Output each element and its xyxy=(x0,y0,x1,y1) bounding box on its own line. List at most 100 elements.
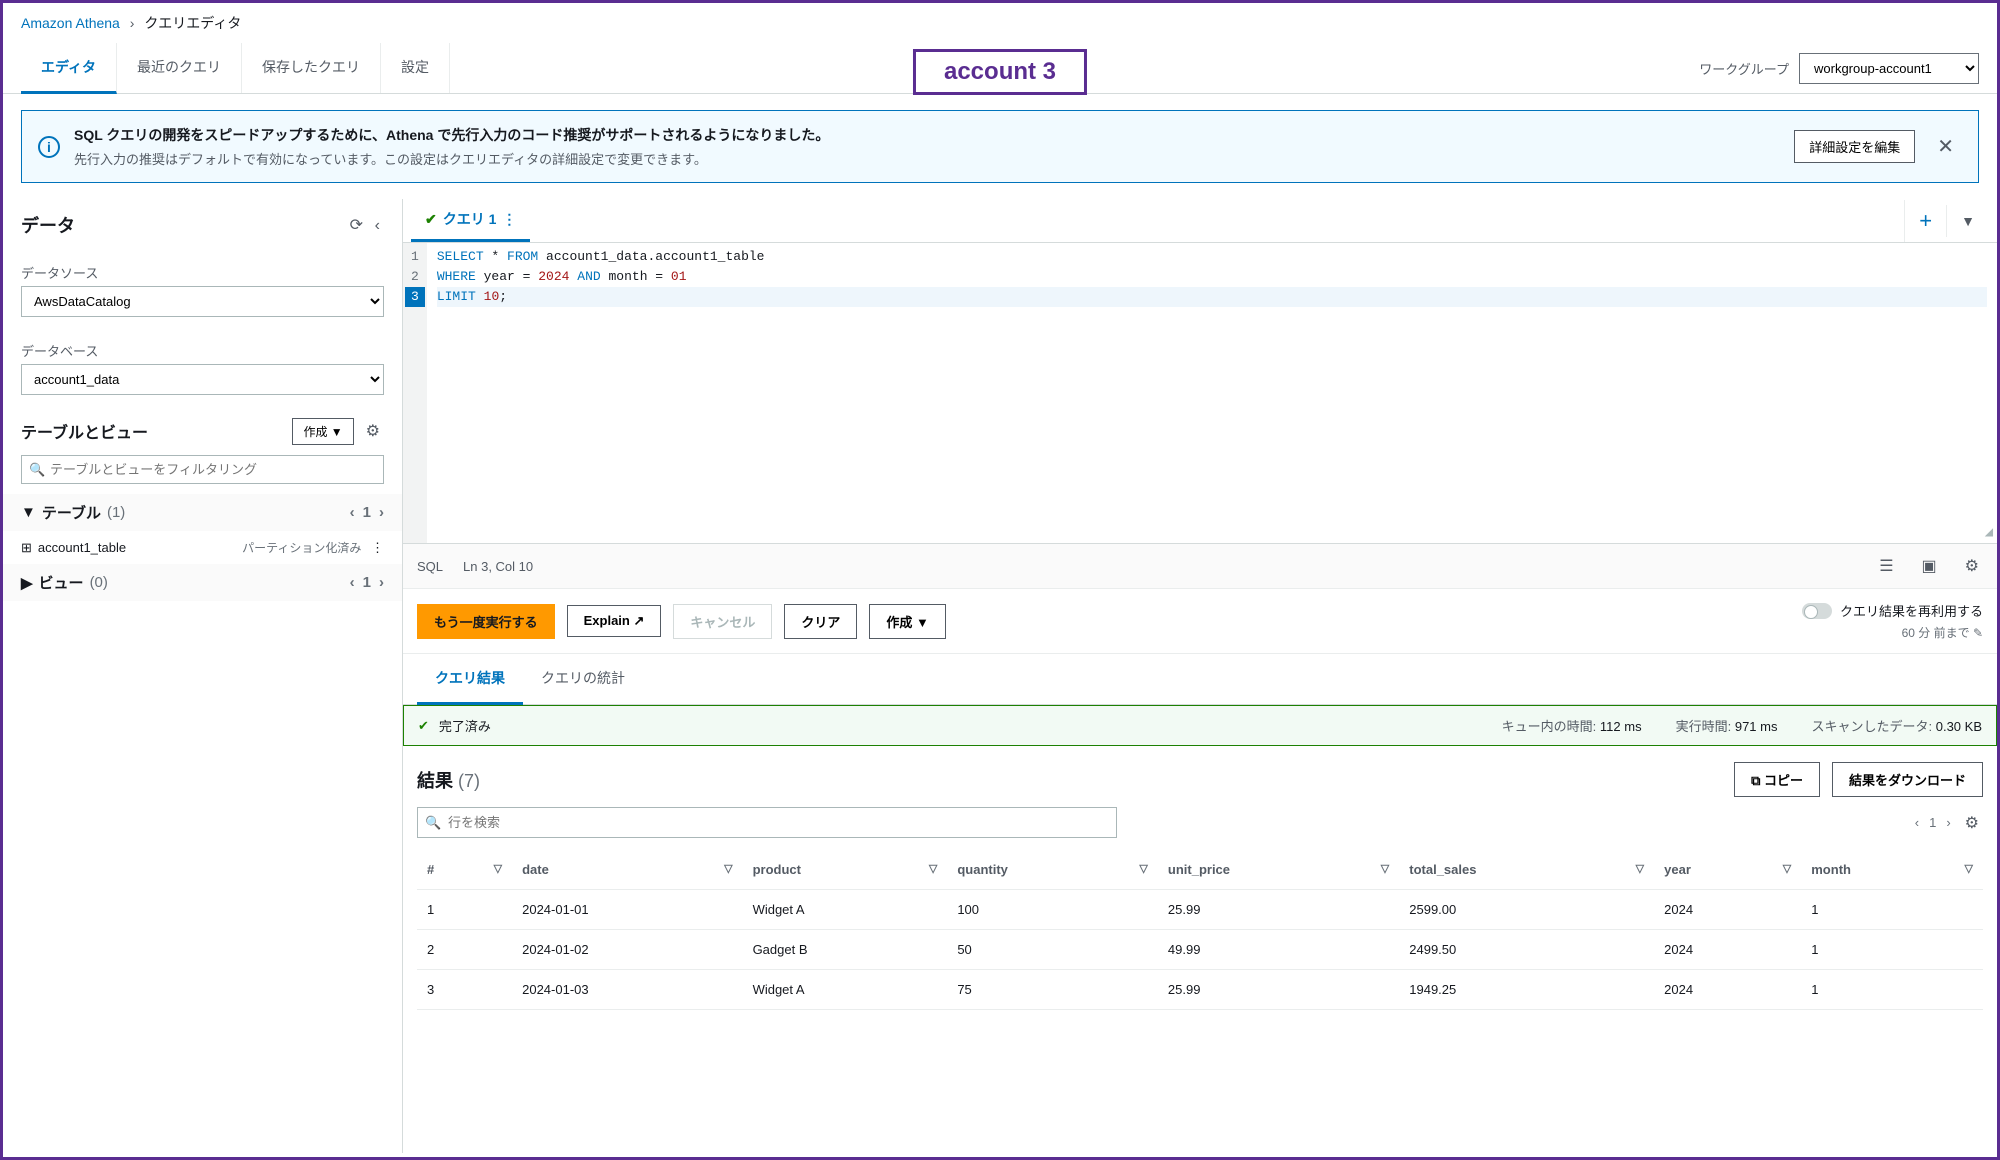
column-header[interactable]: unit_price▽ xyxy=(1158,850,1399,890)
tables-next-icon[interactable]: › xyxy=(379,504,384,521)
workgroup-select[interactable]: workgroup-account1 xyxy=(1799,53,1979,84)
explain-button[interactable]: Explain ↗ xyxy=(567,605,662,637)
download-button[interactable]: 結果をダウンロード xyxy=(1832,762,1983,797)
table-cell: 1 xyxy=(417,890,512,930)
table-cell: 2 xyxy=(417,930,512,970)
results-tab-results[interactable]: クエリ結果 xyxy=(417,654,523,705)
results-tab-stats[interactable]: クエリの統計 xyxy=(523,654,643,704)
create-button[interactable]: 作成 ▼ xyxy=(869,604,945,639)
table-cell: 2024-01-03 xyxy=(512,970,742,1010)
table-row[interactable]: 32024-01-03Widget A7525.991949.2520241 xyxy=(417,970,1983,1010)
table-cell: 2024 xyxy=(1654,890,1801,930)
tab-recent[interactable]: 最近のクエリ xyxy=(117,43,242,93)
query-tab-menu-icon[interactable]: ⋮ xyxy=(502,211,516,228)
tab-saved[interactable]: 保存したクエリ xyxy=(242,43,381,93)
code-line[interactable]: SELECT * FROM account1_data.account1_tab… xyxy=(437,247,1987,267)
table-cell: 2024 xyxy=(1654,930,1801,970)
column-header[interactable]: product▽ xyxy=(743,850,948,890)
results-table: #▽date▽product▽quantity▽unit_price▽total… xyxy=(417,850,1983,1010)
column-header[interactable]: year▽ xyxy=(1654,850,1801,890)
results-count: (7) xyxy=(458,771,480,791)
tab-editor[interactable]: エディタ xyxy=(21,43,117,94)
results-prev-icon[interactable]: ‹ xyxy=(1915,815,1919,830)
search-icon: 🔍 xyxy=(425,815,441,831)
banner-close-icon[interactable]: ✕ xyxy=(1929,134,1962,159)
data-heading: データ xyxy=(21,212,75,238)
column-header[interactable]: quantity▽ xyxy=(947,850,1158,890)
data-panel: データ ⟳ ‹ データソース AwsDataCatalog データベース acc… xyxy=(3,199,403,1153)
database-select[interactable]: account1_data xyxy=(21,364,384,395)
reuse-results-sub[interactable]: 60 分 前まで ✎ xyxy=(1902,624,1983,641)
tab-settings[interactable]: 設定 xyxy=(381,43,450,93)
breadcrumb: Amazon Athena › クエリエディタ xyxy=(3,3,1997,43)
gear-icon[interactable] xyxy=(362,417,384,445)
resize-handle-icon[interactable]: ◢ xyxy=(1985,524,1993,541)
views-prev-icon[interactable]: ‹ xyxy=(350,574,355,591)
status-label: 完了済み xyxy=(439,716,491,735)
table-item[interactable]: ⊞ account1_table パーティション化済み ⋮ xyxy=(3,531,402,564)
sql-editor[interactable]: 123 SELECT * FROM account1_data.account1… xyxy=(403,243,1997,543)
banner-title: SQL クエリの開発をスピードアップするために、Athena で先行入力のコード… xyxy=(74,125,1780,145)
results-heading: 結果 xyxy=(417,771,453,791)
success-icon: ✔ xyxy=(418,718,429,734)
tables-prev-icon[interactable]: ‹ xyxy=(350,504,355,521)
table-cell: 2599.00 xyxy=(1399,890,1654,930)
reuse-results-toggle[interactable] xyxy=(1802,603,1832,619)
account-badge: account 3 xyxy=(913,49,1087,95)
table-row[interactable]: 22024-01-02Gadget B5049.992499.5020241 xyxy=(417,930,1983,970)
column-header[interactable]: date▽ xyxy=(512,850,742,890)
code-line[interactable]: WHERE year = 2024 AND month = 01 xyxy=(437,267,1987,287)
kebab-icon[interactable]: ⋮ xyxy=(371,540,384,555)
create-table-button[interactable]: 作成 ▼ xyxy=(292,418,353,445)
run-button[interactable]: もう一度実行する xyxy=(417,604,555,639)
format-icon[interactable]: ☰ xyxy=(1875,552,1897,580)
table-cell: 2024 xyxy=(1654,970,1801,1010)
editor-settings-icon[interactable] xyxy=(1961,552,1983,580)
add-query-tab-icon[interactable]: + xyxy=(1904,200,1946,242)
table-row[interactable]: 12024-01-01Widget A10025.992599.0020241 xyxy=(417,890,1983,930)
results-search-input[interactable] xyxy=(417,807,1117,838)
collapse-icon[interactable]: ‹ xyxy=(371,213,384,239)
table-cell: 1 xyxy=(1801,930,1983,970)
refresh-icon[interactable]: ⟳ xyxy=(346,211,367,239)
table-cell: 2024-01-01 xyxy=(512,890,742,930)
datasource-select[interactable]: AwsDataCatalog xyxy=(21,286,384,317)
table-cell: 49.99 xyxy=(1158,930,1399,970)
banner-edit-button[interactable]: 詳細設定を編集 xyxy=(1794,130,1915,163)
table-cell: 3 xyxy=(417,970,512,1010)
results-settings-icon[interactable] xyxy=(1961,809,1983,837)
table-cell: 75 xyxy=(947,970,1158,1010)
column-header[interactable]: #▽ xyxy=(417,850,512,890)
query-tabs-menu-icon[interactable]: ▼ xyxy=(1946,205,1989,237)
reuse-results-label: クエリ結果を再利用する xyxy=(1840,601,1983,620)
table-cell: 1949.25 xyxy=(1399,970,1654,1010)
code-line[interactable]: LIMIT 10; xyxy=(437,287,1987,307)
clear-button[interactable]: クリア xyxy=(784,604,857,639)
workgroup-label: ワークグループ xyxy=(1699,59,1789,78)
table-cell: 2499.50 xyxy=(1399,930,1654,970)
breadcrumb-service[interactable]: Amazon Athena xyxy=(21,15,120,31)
table-cell: 1 xyxy=(1801,890,1983,930)
column-header[interactable]: month▽ xyxy=(1801,850,1983,890)
filter-tables-input[interactable] xyxy=(21,455,384,484)
table-cell: 2024-01-02 xyxy=(512,930,742,970)
column-header[interactable]: total_sales▽ xyxy=(1399,850,1654,890)
tables-header[interactable]: ▼ テーブル (1) ‹1› xyxy=(3,494,402,531)
editor-language: SQL xyxy=(417,559,443,574)
copy-button[interactable]: ⧉ コピー xyxy=(1734,762,1820,797)
line-number: 3 xyxy=(405,287,425,307)
views-next-icon[interactable]: › xyxy=(379,574,384,591)
line-number: 2 xyxy=(411,267,419,287)
views-header[interactable]: ▶ ビュー (0) ‹1› xyxy=(3,564,402,601)
results-next-icon[interactable]: › xyxy=(1946,815,1950,830)
cancel-button: キャンセル xyxy=(673,604,772,639)
query-tab-1[interactable]: ✔ クエリ 1 ⋮ xyxy=(411,199,530,242)
info-icon: i xyxy=(38,136,60,158)
results-page: 1 xyxy=(1929,815,1936,830)
breadcrumb-page: クエリエディタ xyxy=(144,15,241,31)
query-status-bar: ✔ 完了済み キュー内の時間: 112 ms 実行時間: 971 ms スキャン… xyxy=(403,705,1997,746)
layout-icon[interactable]: ▣ xyxy=(1918,552,1941,580)
datasource-label: データソース xyxy=(21,263,384,282)
check-icon: ✔ xyxy=(425,211,437,228)
database-label: データベース xyxy=(21,341,384,360)
